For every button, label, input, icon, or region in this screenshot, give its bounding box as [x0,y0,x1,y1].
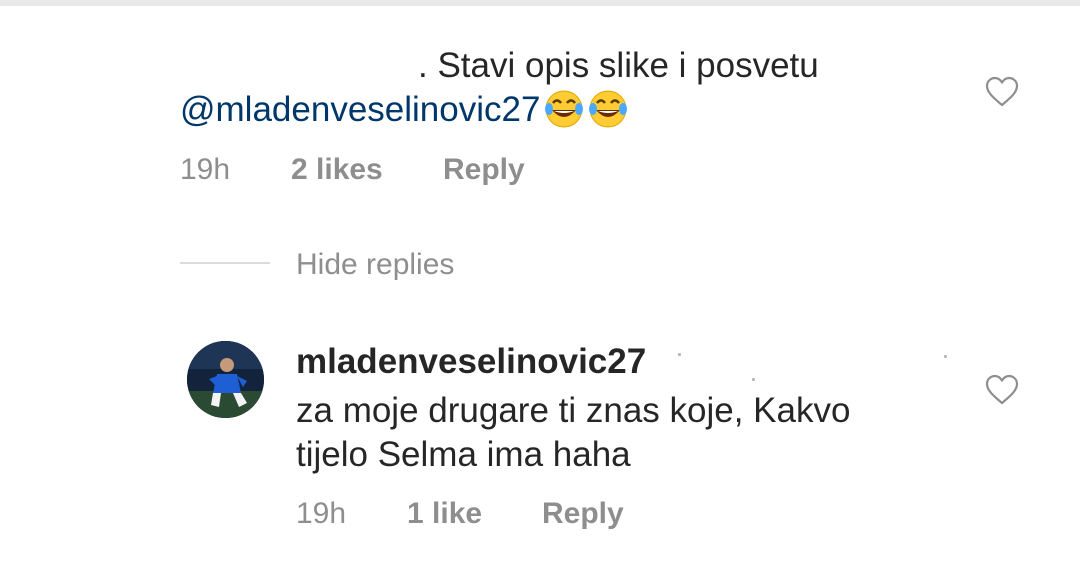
parent-comment-time: 19h [180,153,231,186]
parent-comment-likes[interactable]: 2 likes [291,153,383,187]
reply-comment-time: 19h [296,497,347,530]
reply-comment-likes[interactable]: 1 like [407,497,482,531]
parent-comment-body: . Stavi opis slike i posvetu [418,46,819,85]
avatar[interactable] [187,341,264,418]
laughing-emoji-icon [588,89,628,129]
heart-outline-icon[interactable] [985,374,1019,406]
hide-replies-button[interactable]: Hide replies [296,248,454,282]
artifact-speck [944,355,947,358]
replies-divider [180,262,270,264]
reply-username-line: mladenveselinovic27 [296,340,646,384]
top-edge [0,0,1080,6]
reply-reply-button[interactable]: Reply [542,497,624,531]
mention-link[interactable]: @mladenveselinovic27 [180,90,540,129]
reply-comment-line2: tijelo Selma ima haha [296,435,631,474]
parent-comment-text: . Stavi opis slike i posvetu [418,44,819,88]
heart-outline-icon[interactable] [985,76,1019,108]
reply-username[interactable]: mladenveselinovic27 [296,342,646,381]
artifact-speck [678,353,681,356]
parent-reply-button[interactable]: Reply [443,153,525,187]
reply-comment-line1: za moje drugare ti znas koje, Kakvo [296,391,851,430]
artifact-speck [752,378,755,381]
parent-comment-line2: @mladenveselinovic27 [180,88,628,132]
laughing-emoji-icon [544,89,584,129]
